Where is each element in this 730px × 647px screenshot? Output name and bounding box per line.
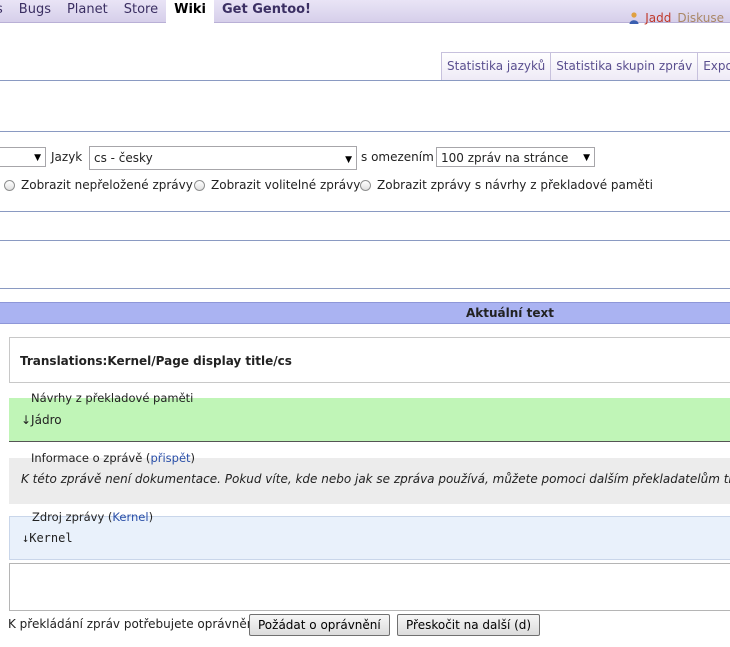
- divider: [0, 131, 730, 132]
- group-select[interactable]: ▼: [0, 147, 46, 167]
- user-links: Jadd Diskuse: [629, 11, 724, 25]
- translation-textarea[interactable]: [9, 563, 730, 611]
- filter-row: ▼ Jazyk cs - česky ▼ s omezením 100 zprá…: [0, 146, 730, 170]
- editor-footer: K překládání zpráv potřebujete oprávnění…: [8, 614, 730, 636]
- tm-legend: Návrhy z překladové paměti: [31, 391, 194, 405]
- radio-untranslated[interactable]: Zobrazit nepřeložené zprávy: [4, 178, 193, 192]
- info-text: K této zprávě není dokumentace. Pokud ví…: [21, 472, 730, 486]
- language-select[interactable]: cs - česky ▼: [89, 146, 357, 170]
- user-name-link[interactable]: Jadd: [645, 11, 671, 25]
- radio-optional[interactable]: Zobrazit volitelné zprávy: [194, 178, 360, 192]
- divider: [0, 240, 730, 241]
- source-text[interactable]: ↓Kernel: [22, 531, 73, 545]
- radio-label: Zobrazit volitelné zprávy: [211, 178, 361, 192]
- radio-circle[interactable]: [360, 179, 371, 191]
- tm-suggestion[interactable]: ↓Jádro: [21, 413, 62, 427]
- limit-select-value: 100 zpráv na stránce: [441, 151, 569, 165]
- skip-next-button[interactable]: Přeskočit na další (d): [397, 614, 541, 636]
- divider: [0, 80, 730, 81]
- special-page-tabs: Statistika jazyků Statistika skupin zprá…: [441, 52, 730, 80]
- permission-note: K překládání zpráv potřebujete oprávnění…: [8, 617, 262, 631]
- nav-item-partial[interactable]: s: [0, 0, 11, 22]
- chevron-down-icon: ▼: [583, 153, 590, 163]
- tab-language-stats[interactable]: Statistika jazyků: [441, 52, 552, 80]
- nav-item-bugs[interactable]: Bugs: [11, 0, 59, 22]
- source-legend: Zdroj zprávy (Kernel): [32, 510, 154, 524]
- tm-suggestions-panel: Návrhy z překladové paměti ↓Jádro: [9, 391, 730, 442]
- chevron-down-icon: ▼: [34, 153, 41, 163]
- site-nav: s Bugs Planet Store Wiki Get Gentoo!: [0, 0, 319, 23]
- filter-radio-group: Zobrazit nepřeložené zprávy Zobrazit vol…: [0, 176, 730, 196]
- request-permission-button[interactable]: Požádat o oprávnění: [249, 614, 390, 636]
- top-navigation-bar: s Bugs Planet Store Wiki Get Gentoo!: [0, 0, 730, 23]
- radio-circle[interactable]: [194, 179, 205, 191]
- message-info-panel: Informace o zprávě (přispět) K této zprá…: [9, 451, 730, 504]
- info-legend-text: Informace o zprávě: [31, 451, 143, 465]
- limit-select[interactable]: 100 zpráv na stránce ▼: [436, 147, 595, 167]
- nav-item-wiki[interactable]: Wiki: [166, 0, 215, 23]
- message-title-box: Translations:Kernel/Page display title/c…: [9, 337, 730, 383]
- limit-label: s omezením: [361, 150, 434, 164]
- contribute-link[interactable]: přispět: [150, 451, 190, 465]
- radio-circle[interactable]: [4, 179, 15, 191]
- radio-label: Zobrazit zprávy s návrhy z překladové pa…: [377, 178, 653, 192]
- nav-item-planet[interactable]: Planet: [59, 0, 116, 22]
- radio-label: Zobrazit nepřeložené zprávy: [21, 178, 193, 192]
- language-select-value: cs - česky: [94, 151, 153, 165]
- column-header-current-text: Aktuální text: [466, 306, 554, 320]
- table-header: Aktuální text: [0, 302, 730, 324]
- chevron-down-icon: ▼: [345, 155, 352, 165]
- nav-item-get-gentoo[interactable]: Get Gentoo!: [214, 0, 319, 22]
- divider: [0, 211, 730, 212]
- radio-tm-suggestions[interactable]: Zobrazit zprávy s návrhy z překladové pa…: [360, 178, 653, 192]
- user-talk-link[interactable]: Diskuse: [677, 11, 724, 25]
- message-title: Translations:Kernel/Page display title/c…: [20, 354, 292, 368]
- message-source-panel: Zdroj zprávy (Kernel) ↓Kernel: [9, 510, 730, 560]
- tab-export[interactable]: Expo: [697, 52, 730, 80]
- source-legend-text: Zdroj zprávy: [32, 510, 105, 524]
- info-legend: Informace o zprávě (přispět): [31, 451, 196, 465]
- divider: [0, 288, 730, 289]
- user-icon: [629, 12, 639, 24]
- tab-group-stats[interactable]: Statistika skupin zpráv: [550, 52, 699, 80]
- source-link[interactable]: Kernel: [112, 510, 148, 524]
- nav-item-store[interactable]: Store: [116, 0, 166, 22]
- language-label: Jazyk: [51, 150, 83, 164]
